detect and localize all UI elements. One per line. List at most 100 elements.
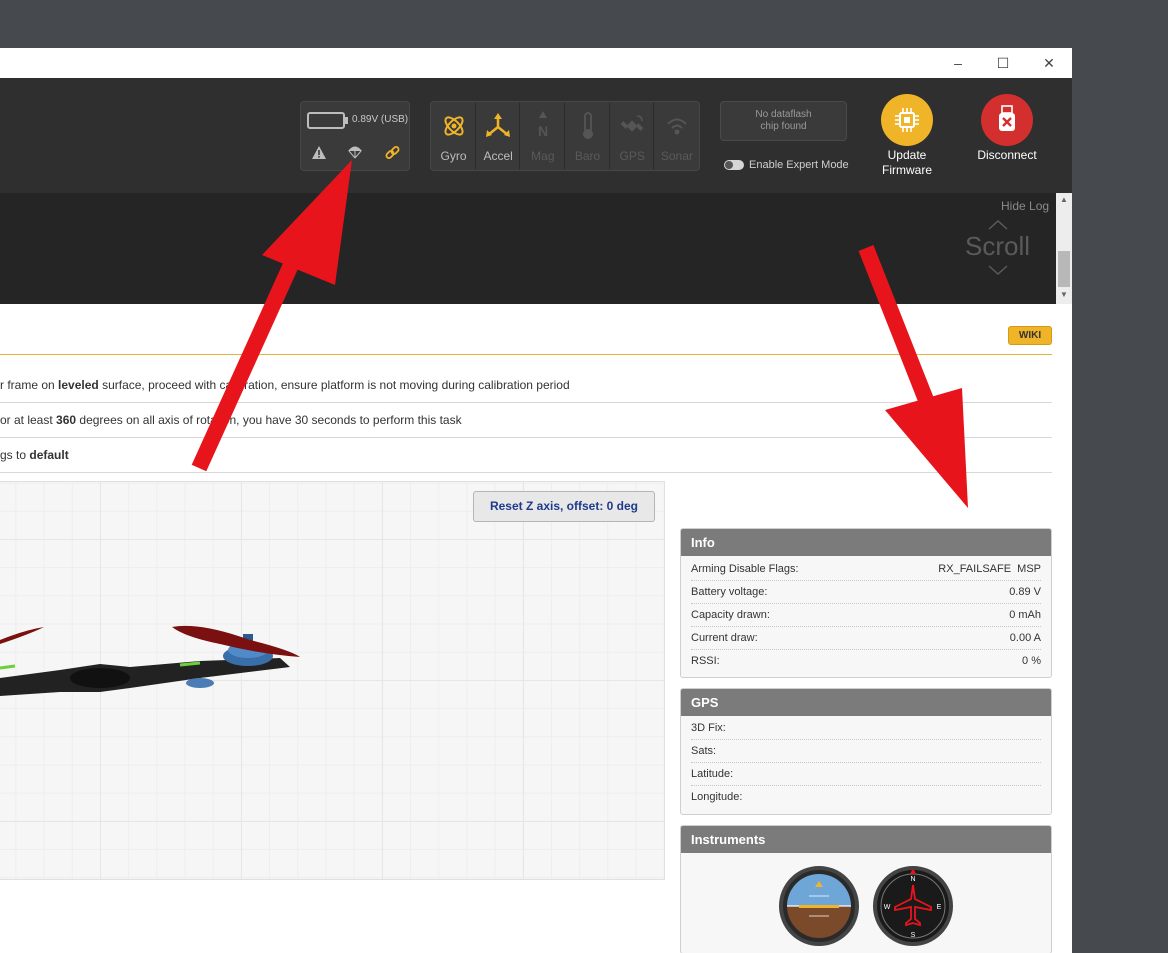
log-scrollbar[interactable]: ▲ ▼ <box>1056 193 1072 304</box>
warning-icon <box>311 144 327 160</box>
title-bar: – ☐ ✕ <box>0 48 1072 78</box>
gps-panel: GPS 3D Fix: Sats: Latitude: Longitude: <box>680 688 1052 815</box>
gps-label: Longitude: <box>691 791 743 803</box>
arming-flags-value: RX_FAILSAFE MSP <box>938 563 1041 575</box>
sensor-panel: Gyro Accel N Mag Baro GPS Sonar <box>430 101 700 171</box>
instruments-panel-title: Instruments <box>681 826 1051 853</box>
sensor-label-accel: Accel <box>483 149 513 163</box>
reset-note: gs to default <box>0 438 1052 473</box>
info-row: Capacity drawn: 0 mAh <box>691 604 1041 627</box>
note-2-bold: 360 <box>56 413 77 427</box>
app-window: – ☐ ✕ 0.89V (USB) Gyro Accel N Mag Baro … <box>0 48 1072 953</box>
dataflash-line1: No dataflash <box>755 109 812 120</box>
gps-label: Sats: <box>691 745 717 757</box>
heading-indicator: N S W E <box>873 866 953 946</box>
usb-disconnect-icon <box>981 94 1033 146</box>
sensor-mag: N Mag <box>520 102 566 170</box>
maximize-button[interactable]: ☐ <box>980 48 1026 78</box>
update-firmware-button[interactable]: Update Firmware <box>861 94 953 178</box>
sensor-label-gps: GPS <box>619 149 645 163</box>
model-viewport[interactable]: Reset Z axis, offset: 0 deg <box>0 481 665 880</box>
info-value: 0 % <box>1022 655 1041 667</box>
info-label: RSSI: <box>691 655 720 667</box>
link-icon <box>384 144 400 160</box>
info-row: Arming Disable Flags: RX_FAILSAFE MSP <box>691 558 1041 581</box>
info-value: 0 mAh <box>1009 609 1041 621</box>
info-label: Current draw: <box>691 632 758 644</box>
gyro-icon <box>431 112 476 140</box>
chip-icon <box>881 94 933 146</box>
gps-label: Latitude: <box>691 768 734 780</box>
sensor-accel: Accel <box>476 102 521 170</box>
gps-row: 3D Fix: <box>691 717 1041 740</box>
minimize-button[interactable]: – <box>935 48 981 78</box>
section-divider <box>0 354 1052 355</box>
note-2-pre: or at least <box>0 413 57 427</box>
note-1-post: surface, proceed with calibration, ensur… <box>98 378 570 392</box>
close-button[interactable]: ✕ <box>1026 48 1072 78</box>
accel-icon <box>476 112 521 140</box>
info-label: Capacity drawn: <box>691 609 770 621</box>
note-3-pre: gs to <box>0 448 30 462</box>
info-row: Battery voltage: 0.89 V <box>691 581 1041 604</box>
battery-icon <box>307 112 345 129</box>
info-label: Arming Disable Flags: <box>691 563 799 575</box>
log-panel: Hide Log Scroll ▲ ▼ <box>0 193 1072 304</box>
sensor-label-sonar: Sonar <box>660 149 693 163</box>
chevron-up-icon <box>988 220 1008 230</box>
disconnect-button[interactable]: Disconnect <box>961 94 1053 163</box>
toggle-knob <box>725 161 733 169</box>
instruments-display: N S W E <box>779 866 953 946</box>
note-divider <box>0 472 1052 473</box>
info-value: 0.89 V <box>1009 586 1041 598</box>
scroll-label: Scroll <box>965 231 1031 261</box>
info-row: Current draw: 0.00 A <box>691 627 1041 650</box>
sensor-gps: GPS <box>610 102 655 170</box>
gps-label: 3D Fix: <box>691 722 726 734</box>
sensor-baro: Baro <box>565 102 610 170</box>
gps-panel-title: GPS <box>681 689 1051 716</box>
note-1-bold: leveled <box>58 378 99 392</box>
info-row: RSSI: 0 % <box>691 650 1041 673</box>
header-bar: 0.89V (USB) Gyro Accel N Mag Baro GPS So… <box>0 78 1072 193</box>
hide-log-link[interactable]: Hide Log <box>1001 199 1049 213</box>
note-2-post: degrees on all axis of rotation, you hav… <box>76 413 462 427</box>
battery-voltage-text: 0.89V (USB) <box>352 114 409 125</box>
note-3-bold: default <box>29 448 69 462</box>
info-value: 0.00 A <box>1009 632 1041 644</box>
sensor-label-mag: Mag <box>531 149 555 163</box>
update-firmware-label-1: Update <box>887 148 927 162</box>
scroll-down-arrow[interactable]: ▼ <box>1056 288 1072 302</box>
dataflash-status: No dataflash chip found <box>720 101 847 141</box>
mag-icon: N <box>520 111 565 140</box>
svg-text:N: N <box>910 876 915 883</box>
gps-row: Sats: <box>691 740 1041 763</box>
status-panel: 0.89V (USB) <box>300 101 410 171</box>
expert-mode-label: Enable Expert Mode <box>749 159 849 171</box>
svg-text:W: W <box>884 904 891 911</box>
battery-tip <box>345 117 348 124</box>
gps-row: Latitude: <box>691 763 1041 786</box>
sonar-icon <box>654 112 699 140</box>
sensor-label-gyro: Gyro <box>440 149 467 163</box>
wiki-button[interactable]: WIKI <box>1008 326 1052 345</box>
update-firmware-label-2: Firmware <box>882 163 932 177</box>
scroll-up-arrow[interactable]: ▲ <box>1056 193 1072 207</box>
scrollbar-thumb[interactable] <box>1058 251 1070 287</box>
failsafe-parachute-icon <box>347 144 363 160</box>
baro-icon <box>565 112 610 140</box>
svg-text:S: S <box>911 932 916 939</box>
sensor-sonar: Sonar <box>654 102 699 170</box>
attitude-indicator <box>779 866 859 946</box>
dataflash-line2: chip found <box>760 121 807 132</box>
sensor-gyro: Gyro <box>431 102 476 170</box>
info-panel: Info Arming Disable Flags: RX_FAILSAFE MS… <box>680 528 1052 678</box>
info-panel-title: Info <box>681 529 1051 556</box>
svg-text:N: N <box>538 123 548 139</box>
quad-model <box>0 625 300 696</box>
calibration-note-2: or at least 360 degrees on all axis of r… <box>0 403 1052 438</box>
chevron-down-icon <box>988 265 1008 275</box>
info-label: Battery voltage: <box>691 586 768 598</box>
expert-mode-toggle[interactable] <box>724 160 744 170</box>
setup-content: WIKI r frame on leveled surface, proceed… <box>0 304 1072 953</box>
